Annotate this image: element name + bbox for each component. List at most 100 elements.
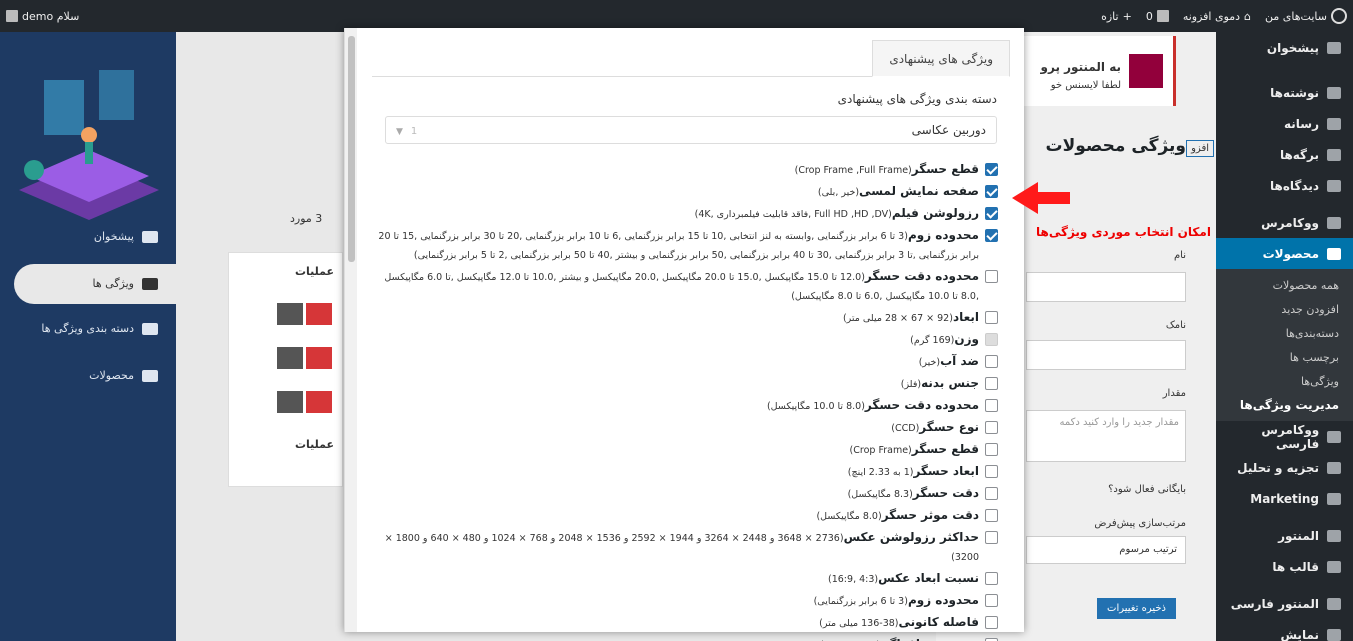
attribute-values: (8.0 تا 10.0 مگاپیکسل) (766, 401, 865, 412)
submenu-attributes[interactable]: ویژگی‌ها (1216, 369, 1353, 393)
delete-button[interactable] (306, 391, 332, 413)
attribute-row[interactable]: فاصله کانونی(38-136 میلی متر) (378, 614, 998, 633)
attribute-checkbox[interactable] (985, 531, 998, 544)
submenu-all-products[interactable]: همه محصولات (1216, 273, 1353, 297)
add-new-button[interactable]: افزو (1186, 140, 1214, 157)
woo-icon (1327, 216, 1341, 229)
menu-comments[interactable]: دیدگاه‌ها (1216, 170, 1353, 201)
value-field[interactable]: مقدار جدید را وارد کنید دکمه (1026, 410, 1186, 462)
menu-templates[interactable]: قالب ها (1216, 551, 1353, 582)
attribute-row[interactable]: محدوده دقت حسگر(12.0 تا 15.0 مگاپیکسل ,1… (378, 268, 998, 306)
attribute-label: وزن(169 گرم) (910, 331, 979, 350)
attribute-checkbox[interactable] (985, 270, 998, 283)
left-nav-attribute-categories[interactable]: دسته بندی ویژگی ها (41, 322, 158, 335)
menu-pages[interactable]: برگه‌ها (1216, 139, 1353, 170)
attribute-values: (خیر ,بلی) (817, 187, 860, 198)
default-sort-select[interactable]: ترتیب مرسوم (1026, 536, 1186, 564)
attribute-checkbox[interactable] (985, 487, 998, 500)
menu-woocommerce-persian[interactable]: ووکامرس فارسی (1216, 421, 1353, 452)
attribute-row[interactable]: قطع حسگر(Crop Frame ,Full Frame) (378, 161, 998, 180)
attribute-checkbox[interactable] (985, 399, 998, 412)
box-icon (1327, 247, 1341, 260)
edit-button[interactable] (277, 303, 303, 325)
table-row (277, 347, 332, 369)
new-content-link[interactable]: + تازه (1101, 10, 1132, 23)
attribute-label: محدوده دیافراگم(F3.1 تا F6.7) (820, 636, 979, 641)
attribute-checkbox[interactable] (985, 421, 998, 434)
attribute-label: محدوده دقت حسگر(12.0 تا 15.0 مگاپیکسل ,1… (378, 268, 979, 306)
attribute-label: دقت موثر حسگر(8.0 مگاپیکسل) (816, 507, 979, 526)
attribute-checkbox[interactable] (985, 163, 998, 176)
attribute-row[interactable]: ابعاد(92 × 67 × 28 میلی متر) (378, 309, 998, 328)
attribute-checkbox[interactable] (985, 572, 998, 585)
attribute-row[interactable]: قطع حسگر(Crop Frame) (378, 441, 998, 460)
attribute-checkbox[interactable] (985, 377, 998, 390)
delete-button[interactable] (306, 303, 332, 325)
attribute-row[interactable]: نوع حسگر(CCD) (378, 419, 998, 438)
attribute-checkbox[interactable] (985, 207, 998, 220)
menu-woocommerce[interactable]: ووکامرس (1216, 207, 1353, 238)
save-changes-button[interactable]: ذخیره تغییرات (1097, 598, 1176, 619)
dashboard-icon (1327, 41, 1341, 54)
attribute-label: قطع حسگر(Crop Frame ,Full Frame) (795, 161, 979, 180)
left-nav-dashboard[interactable]: پیشخوان (94, 230, 158, 243)
attribute-name: فاصله کانونی (898, 615, 979, 629)
attribute-checkbox[interactable] (985, 616, 998, 629)
attribute-row[interactable]: صفحه نمایش لمسی(خیر ,بلی) (378, 183, 998, 202)
menu-dashboard[interactable]: پیشخوان (1216, 32, 1353, 63)
attribute-checkbox[interactable] (985, 443, 998, 456)
menu-elementor-persian[interactable]: المنتور فارسی (1216, 588, 1353, 619)
submenu-manage-attributes[interactable]: مدیریت ویژگی‌ها (1216, 393, 1353, 417)
attribute-row[interactable]: ابعاد حسگر(1 به 2.33 اینچ) (378, 463, 998, 482)
left-nav-products[interactable]: محصولات (89, 369, 158, 382)
menu-elementor[interactable]: المنتور (1216, 520, 1353, 551)
attribute-row[interactable]: جنس بدنه(فلز) (378, 375, 998, 394)
menu-analytics[interactable]: تجزیه و تحلیل (1216, 452, 1353, 483)
attribute-checkbox[interactable] (985, 465, 998, 478)
attribute-values: (CCD) (891, 423, 920, 434)
my-sites-link[interactable]: سایت‌های من (1265, 8, 1347, 24)
submenu-categories[interactable]: دسته‌بندی‌ها (1216, 321, 1353, 345)
attribute-checkbox[interactable] (985, 355, 998, 368)
attribute-checkbox[interactable] (985, 311, 998, 324)
category-select[interactable]: دوربین عکاسی 1▼ (385, 116, 997, 144)
attribute-row[interactable]: رزولوشن فیلم(Full HD ,HD ,DV ,فاقد قابلی… (378, 205, 998, 224)
attribute-row[interactable]: محدوده دیافراگم(F3.1 تا F6.7) (378, 636, 998, 641)
menu-appearance[interactable]: نمایش (1216, 619, 1353, 641)
account-menu[interactable]: سلام demo (6, 10, 79, 23)
scrollbar-thumb[interactable] (348, 36, 355, 262)
tab-suggested-attributes[interactable]: ویژگی های پیشنهادی (872, 40, 1010, 77)
name-field[interactable] (1026, 272, 1186, 302)
attribute-values: (Full HD ,HD ,DV ,فاقد قابلیت فیلمبرداری… (694, 209, 892, 220)
edit-button[interactable] (277, 347, 303, 369)
slug-field[interactable] (1026, 340, 1186, 370)
delete-button[interactable] (306, 347, 332, 369)
attribute-row[interactable]: محدوده زوم(3 تا 6 برابر بزرگنمایی) (378, 592, 998, 611)
site-name-link[interactable]: ⌂ دموی افزونه (1183, 10, 1251, 23)
menu-media[interactable]: رسانه (1216, 108, 1353, 139)
attribute-row[interactable]: دقت موثر حسگر(8.0 مگاپیکسل) (378, 507, 998, 526)
attribute-label: ابعاد حسگر(1 به 2.33 اینچ) (848, 463, 979, 482)
submenu-tags[interactable]: برچسب ها (1216, 345, 1353, 369)
attribute-row[interactable]: نسبت ابعاد عکس(4:3 ,16:9) (378, 570, 998, 589)
menu-products[interactable]: محصولات (1216, 238, 1353, 269)
edit-button[interactable] (277, 391, 303, 413)
attribute-checkbox[interactable] (985, 185, 998, 198)
comments-link[interactable]: 0 (1146, 10, 1169, 23)
attribute-row[interactable]: دقت حسگر(8.3 مگاپیکسل) (378, 485, 998, 504)
attribute-checkbox[interactable] (985, 509, 998, 522)
submenu-add-new[interactable]: افزودن جدید (1216, 297, 1353, 321)
menu-marketing[interactable]: Marketing (1216, 483, 1353, 514)
attribute-row[interactable]: ضد آب(خیر) (378, 353, 998, 372)
left-nav-attributes[interactable]: ویژگی ها (93, 277, 158, 290)
attribute-row[interactable]: محدوده دقت حسگر(8.0 تا 10.0 مگاپیکسل) (378, 397, 998, 416)
attribute-row[interactable]: محدوده زوم(3 تا 6 برابر بزرگنمایی ,وابست… (378, 227, 998, 265)
attribute-row[interactable]: حداکثر رزولوشن عکس(2736 × 3648 و 2448 × … (378, 529, 998, 567)
menu-posts[interactable]: نوشته‌ها (1216, 77, 1353, 108)
attribute-checkbox[interactable] (985, 333, 998, 346)
modal-scrollbar[interactable] (344, 28, 357, 632)
attribute-checkbox[interactable] (985, 229, 998, 242)
attribute-row[interactable]: وزن(169 گرم) (378, 331, 998, 350)
attribute-checkbox[interactable] (985, 594, 998, 607)
wordpress-icon[interactable] (1331, 8, 1347, 24)
